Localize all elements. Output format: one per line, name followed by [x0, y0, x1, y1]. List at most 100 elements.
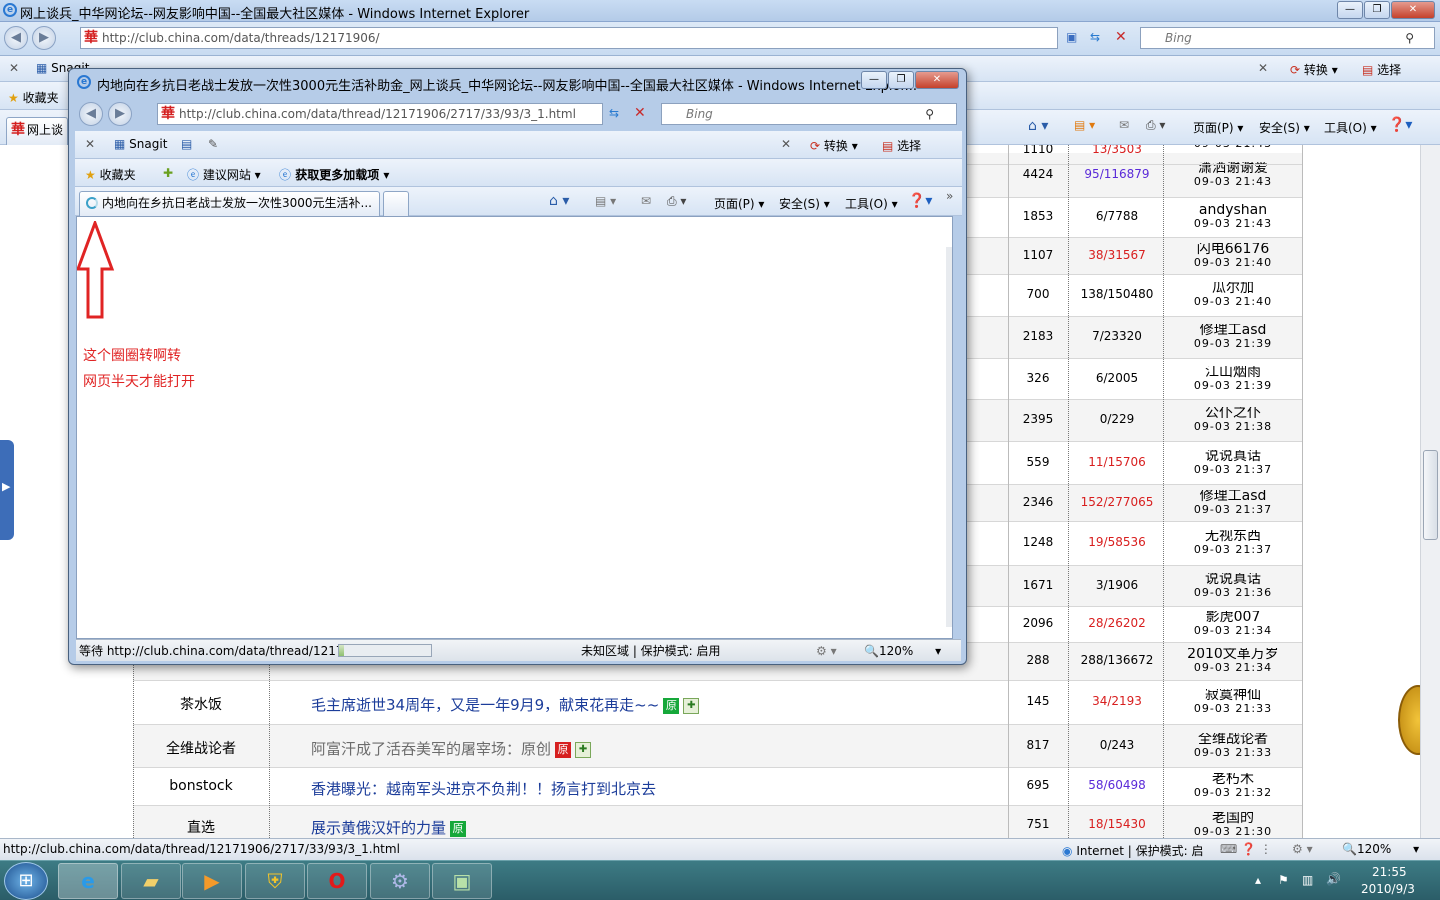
- suggested-sites-link[interactable]: ⓔ 建议网站 ▾: [187, 166, 261, 183]
- popup-search-input[interactable]: Bing ⚲: [661, 103, 957, 125]
- popup-snagit-button[interactable]: ▦ Snagit: [114, 137, 167, 151]
- last-post-user[interactable]: 江山烟雨: [1164, 366, 1302, 379]
- last-post-user[interactable]: 瓜尔加: [1164, 282, 1302, 295]
- media-icon[interactable]: ▶: [182, 863, 242, 899]
- print-icon[interactable]: ⎙ ▾: [1146, 118, 1165, 133]
- compat-icon[interactable]: ▣: [1066, 30, 1077, 44]
- popup-close-button[interactable]: ✕: [915, 71, 959, 89]
- popup-convert-button[interactable]: ⟳ 转换 ▾: [810, 137, 858, 154]
- close-convert-icon[interactable]: ✕: [1258, 61, 1268, 75]
- scrollbar-thumb[interactable]: [1423, 450, 1438, 540]
- forward-icon[interactable]: ▶: [32, 26, 56, 50]
- last-post[interactable]: andyshan 09-03 21:43: [1164, 204, 1302, 230]
- opera-icon[interactable]: O: [307, 863, 367, 899]
- popup-addon-icon[interactable]: ⚙ ▾: [816, 641, 837, 661]
- address-bar[interactable]: 華 http://club.china.com/data/threads/1217…: [80, 27, 1058, 49]
- tray-volume-icon[interactable]: 🔊: [1326, 872, 1341, 886]
- popup-favorites-button[interactable]: ★ 收藏夹: [85, 166, 136, 183]
- last-post[interactable]: 无视东西 09-03 21:37: [1164, 530, 1302, 556]
- search-icon[interactable]: ⚲: [1405, 28, 1414, 48]
- last-post-user[interactable]: 修理工asd: [1164, 324, 1302, 337]
- stop-icon[interactable]: ✕: [634, 105, 646, 121]
- safety-menu[interactable]: 安全(S) ▾: [1259, 119, 1310, 136]
- last-post[interactable]: 潇洒谢谢爱 09-03 21:43: [1164, 162, 1302, 188]
- refresh-icon[interactable]: ⇆: [609, 106, 619, 120]
- popup-address-bar[interactable]: 華 http://club.china.com/data/thread/12171…: [157, 103, 603, 125]
- popup-safety-menu[interactable]: 安全(S) ▾: [779, 195, 830, 212]
- last-post[interactable]: 江山烟雨 09-03 21:39: [1164, 366, 1302, 392]
- thread-title-link[interactable]: 阿富汗成了活吞美军的屠宰场：原创原 ✚: [311, 738, 592, 759]
- thread-author[interactable]: 全维战论者: [133, 738, 269, 758]
- popup-minimize-button[interactable]: —: [861, 71, 887, 89]
- thread-title-link[interactable]: 毛主席逝世34周年，又是一年9月9，献束花再走~~ 原 ✚: [311, 694, 700, 715]
- last-post[interactable]: 公仆之仆 09-03 21:38: [1164, 407, 1302, 433]
- last-post-user[interactable]: 无视东西: [1164, 530, 1302, 543]
- last-post[interactable]: 影虎007 09-03 21:34: [1164, 611, 1302, 637]
- thread-author[interactable]: 直选: [133, 817, 269, 837]
- last-post-user[interactable]: 老国的: [1164, 812, 1302, 825]
- popup-select-button[interactable]: ▤ 选择: [882, 137, 921, 154]
- print-icon[interactable]: ⎙ ▾: [667, 194, 686, 209]
- tray-network-icon[interactable]: ▥: [1302, 873, 1313, 887]
- new-tab-button[interactable]: [383, 191, 409, 216]
- last-post-user[interactable]: 公仆之仆: [1164, 407, 1302, 420]
- last-post[interactable]: 寂寞神仙 09-03 21:33: [1164, 689, 1302, 715]
- tray-flag-icon[interactable]: ⚑: [1278, 873, 1289, 887]
- stop-icon[interactable]: ✕: [1115, 29, 1127, 45]
- last-post[interactable]: 老国的 09-03 21:30: [1164, 812, 1302, 838]
- clock-time[interactable]: 21:55: [1372, 865, 1407, 879]
- last-post-user[interactable]: 寂寞神仙: [1164, 689, 1302, 702]
- close-convert-icon[interactable]: ✕: [781, 137, 791, 151]
- feeds-icon[interactable]: ▤ ▾: [595, 194, 616, 208]
- back-icon[interactable]: ◀: [4, 26, 28, 50]
- maximize-button[interactable]: ❐: [1364, 1, 1390, 19]
- thread-author[interactable]: bonstock: [133, 778, 269, 794]
- last-post-user[interactable]: 老朽木: [1164, 773, 1302, 786]
- popup-zoom-control[interactable]: 🔍120% ▾: [864, 641, 941, 661]
- folder-icon[interactable]: ▰: [121, 863, 181, 899]
- popup-tools-menu[interactable]: 工具(O) ▾: [845, 195, 898, 212]
- keyboard-icon[interactable]: ⌨ ❓ ⋮: [1220, 842, 1272, 856]
- main-tab[interactable]: 華网上谈: [6, 117, 68, 145]
- add-favorite-icon[interactable]: ✚: [163, 166, 173, 180]
- feeds-icon[interactable]: ▤ ▾: [1074, 118, 1095, 132]
- close-toolbar-icon[interactable]: ✕: [85, 137, 95, 151]
- thread-author[interactable]: 茶水饭: [133, 694, 269, 714]
- popup-page-menu[interactable]: 页面(P) ▾: [714, 195, 764, 212]
- refresh-icon[interactable]: ⇆: [1090, 30, 1100, 44]
- back-icon[interactable]: ◀: [79, 102, 103, 126]
- last-post-user[interactable]: 全维战论者: [1164, 733, 1302, 746]
- close-button[interactable]: ✕: [1391, 1, 1435, 19]
- shield-icon[interactable]: ⛨: [245, 863, 305, 899]
- help-icon[interactable]: ❓▾: [908, 193, 932, 209]
- snagit-capture-icon[interactable]: ▤: [181, 137, 192, 151]
- favorites-button[interactable]: ★ 收藏夹: [8, 89, 59, 106]
- chevron-more-icon[interactable]: »: [946, 189, 953, 203]
- convert-button[interactable]: ⟳ 转换 ▾: [1290, 61, 1338, 78]
- thread-title-link[interactable]: 展示黄俄汉奸的力量原: [311, 817, 467, 838]
- gear-icon[interactable]: ⚙: [370, 863, 430, 899]
- forward-icon[interactable]: ▶: [108, 102, 132, 126]
- zoom-control[interactable]: 🔍120% ▾: [1342, 842, 1419, 856]
- last-post[interactable]: 修理工asd 09-03 21:37: [1164, 490, 1302, 516]
- last-post[interactable]: 说说真话 09-03 21:36: [1164, 573, 1302, 599]
- tray-expand-icon[interactable]: ▴: [1255, 873, 1261, 887]
- last-post[interactable]: 说说真话 09-03 21:37: [1164, 450, 1302, 476]
- mascot-icon[interactable]: [1398, 685, 1420, 755]
- last-post[interactable]: 修理工asd 09-03 21:39: [1164, 324, 1302, 350]
- main-titlebar[interactable]: e 网上谈兵_中华网论坛--网友影响中国--全国最大社区媒体 - Windows…: [0, 0, 1440, 22]
- side-panel-tab[interactable]: ▶: [0, 440, 14, 540]
- thread-title-link[interactable]: 香港曝光：越南军头进京不负荆！！扬言打到北京去: [311, 778, 656, 799]
- search-icon[interactable]: ⚲: [925, 104, 934, 124]
- monitor-icon[interactable]: ▣: [432, 863, 492, 899]
- close-toolbar-icon[interactable]: ✕: [9, 61, 19, 75]
- vertical-scrollbar[interactable]: [1420, 145, 1440, 838]
- home-icon[interactable]: ⌂ ▾: [549, 193, 569, 209]
- last-post-user[interactable]: andyshan: [1164, 204, 1302, 217]
- popup-maximize-button[interactable]: ❐: [888, 71, 914, 89]
- last-post[interactable]: 闪电66176 09-03 21:40: [1164, 243, 1302, 269]
- last-post[interactable]: 全维战论者 09-03 21:33: [1164, 733, 1302, 759]
- snagit-edit-icon[interactable]: ✎: [208, 137, 218, 151]
- explorer-icon[interactable]: e: [58, 863, 118, 899]
- popup-window[interactable]: e 内地向在乡抗日老战士发放一次性3000元生活补助金_网上谈兵_中华网论坛--…: [68, 68, 967, 665]
